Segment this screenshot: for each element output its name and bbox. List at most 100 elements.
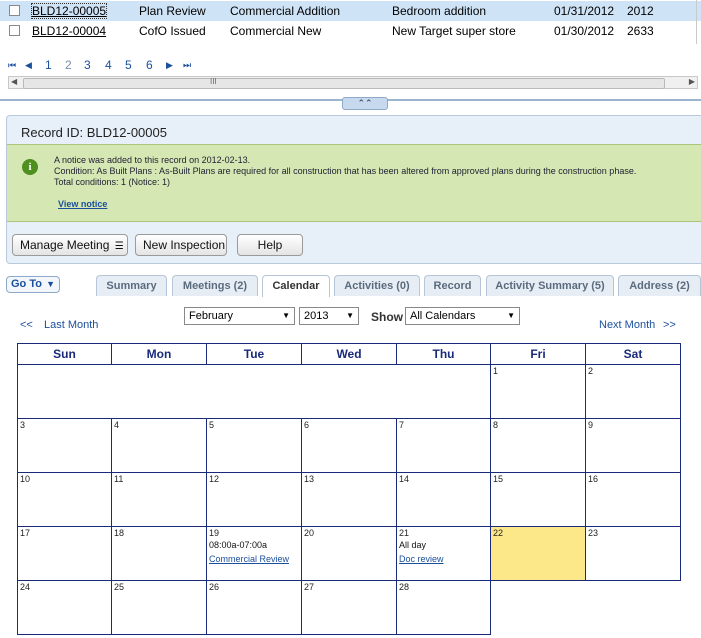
scroll-left-icon[interactable]: ◀ bbox=[11, 77, 17, 86]
day-cell-6[interactable]: 6 bbox=[301, 418, 397, 473]
day-cell-13[interactable]: 13 bbox=[301, 472, 397, 527]
day-cell-27[interactable]: 27 bbox=[301, 580, 397, 635]
day-number: 18 bbox=[114, 528, 125, 538]
view-notice-link[interactable]: View notice bbox=[58, 199, 107, 209]
next-month-link[interactable]: Next Month bbox=[599, 319, 655, 331]
tab-calendar[interactable]: Calendar bbox=[262, 275, 330, 297]
day-cell-10[interactable]: 10 bbox=[17, 472, 112, 527]
collapse-pane-button[interactable]: ⌃⌃ bbox=[342, 97, 388, 110]
new-inspection-button[interactable]: New Inspection bbox=[135, 234, 227, 256]
day-cell-23[interactable]: 23 bbox=[585, 526, 681, 581]
day-number: 7 bbox=[399, 420, 405, 430]
dropdown-arrow-icon: ▼ bbox=[346, 311, 354, 320]
event-time: All day bbox=[399, 540, 427, 550]
help-button[interactable]: Help bbox=[237, 234, 303, 256]
record-title: Record ID: BLD12-00005 bbox=[21, 125, 167, 140]
page-link-4[interactable]: 4 bbox=[105, 58, 112, 72]
previous-page-icon[interactable]: ◀ bbox=[25, 60, 32, 71]
event-link[interactable]: Doc review bbox=[399, 554, 444, 564]
day-number: 25 bbox=[114, 582, 125, 592]
day-cell-28[interactable]: 28 bbox=[396, 580, 491, 635]
tab-activity-summary[interactable]: Activity Summary (5) bbox=[486, 275, 614, 296]
day-cell-empty bbox=[206, 364, 302, 419]
page-link-6[interactable]: 6 bbox=[146, 58, 153, 72]
day-cell-empty bbox=[301, 364, 397, 419]
month-select[interactable]: February ▼ bbox=[184, 307, 295, 325]
day-cell-4[interactable]: 4 bbox=[111, 418, 207, 473]
day-cell-20[interactable]: 20 bbox=[301, 526, 397, 581]
row-checkbox[interactable] bbox=[9, 25, 20, 36]
scroll-thumb[interactable]: III bbox=[23, 77, 665, 89]
day-number: 28 bbox=[399, 582, 410, 592]
number-cell: 2633 bbox=[627, 24, 654, 38]
scroll-right-icon[interactable]: ▶ bbox=[689, 77, 695, 86]
day-cell-11[interactable]: 11 bbox=[111, 472, 207, 527]
tab-record[interactable]: Record bbox=[424, 275, 481, 296]
row-checkbox[interactable] bbox=[9, 5, 20, 16]
event-link[interactable]: Commercial Review bbox=[209, 554, 289, 564]
day-number: 26 bbox=[209, 582, 220, 592]
day-number: 4 bbox=[114, 420, 120, 430]
weekday-header: Sun bbox=[17, 343, 112, 365]
page-link-3[interactable]: 3 bbox=[84, 58, 91, 72]
day-number: 14 bbox=[399, 474, 410, 484]
day-cell-18[interactable]: 18 bbox=[111, 526, 207, 581]
day-cell-15[interactable]: 15 bbox=[490, 472, 586, 527]
day-cell-26[interactable]: 26 bbox=[206, 580, 302, 635]
tab-meetings[interactable]: Meetings (2) bbox=[172, 275, 258, 296]
day-number: 16 bbox=[588, 474, 599, 484]
first-page-icon[interactable]: ⏮ bbox=[8, 60, 16, 71]
page-link-2: 2 bbox=[65, 58, 72, 72]
day-cell-2[interactable]: 2 bbox=[585, 364, 681, 419]
table-border bbox=[696, 0, 697, 44]
table-row[interactable]: BLD12-00005 Plan Review Commercial Addit… bbox=[0, 1, 701, 21]
next-page-icon[interactable]: ▶ bbox=[166, 60, 173, 71]
last-page-icon[interactable]: ⏭ bbox=[183, 60, 191, 71]
day-cell-25[interactable]: 25 bbox=[111, 580, 207, 635]
tab-summary[interactable]: Summary bbox=[96, 275, 167, 296]
day-number: 19 bbox=[209, 528, 220, 538]
day-cell-7[interactable]: 7 bbox=[396, 418, 491, 473]
page-link-5[interactable]: 5 bbox=[125, 58, 132, 72]
day-cell-5[interactable]: 5 bbox=[206, 418, 302, 473]
record-id-link[interactable]: BLD12-00005 bbox=[30, 3, 108, 19]
day-cell-17[interactable]: 17 bbox=[17, 526, 112, 581]
day-cell-3[interactable]: 3 bbox=[17, 418, 112, 473]
horizontal-scrollbar[interactable]: ◀ III ▶ bbox=[8, 76, 698, 89]
tab-activities[interactable]: Activities (0) bbox=[334, 275, 420, 296]
day-cell-8[interactable]: 8 bbox=[490, 418, 586, 473]
day-cell-empty bbox=[396, 364, 491, 419]
day-cell-19[interactable]: 19 08:00a-07:00a Commercial Review bbox=[206, 526, 302, 581]
manage-meeting-button[interactable]: Manage Meeting ☰ bbox=[12, 234, 128, 256]
day-cell-empty bbox=[17, 364, 112, 419]
day-cell-9[interactable]: 9 bbox=[585, 418, 681, 473]
next-month-arrows[interactable]: >> bbox=[663, 319, 676, 331]
grid-border bbox=[17, 364, 18, 419]
day-cell-22[interactable]: 22 bbox=[490, 526, 586, 581]
date-cell: 01/30/2012 bbox=[554, 24, 615, 38]
last-month-link[interactable]: Last Month bbox=[44, 319, 98, 331]
notice-line: A notice was added to this record on 201… bbox=[54, 155, 251, 165]
goto-dropdown[interactable]: Go To ▼ bbox=[6, 276, 60, 293]
type-cell: Commercial New bbox=[230, 24, 322, 38]
tab-address[interactable]: Address (2) bbox=[618, 275, 701, 296]
menu-icon: ☰ bbox=[114, 241, 124, 252]
day-cell-24[interactable]: 24 bbox=[17, 580, 112, 635]
year-select[interactable]: 2013 ▼ bbox=[299, 307, 359, 325]
table-row[interactable]: BLD12-00004 CofO Issued Commercial New N… bbox=[0, 21, 701, 41]
day-cell-12[interactable]: 12 bbox=[206, 472, 302, 527]
day-cell-14[interactable]: 14 bbox=[396, 472, 491, 527]
description-cell: Bedroom addition bbox=[392, 4, 487, 18]
day-number: 17 bbox=[20, 528, 31, 538]
dropdown-arrow-icon: ▼ bbox=[46, 279, 55, 289]
record-id-link[interactable]: BLD12-00004 bbox=[32, 24, 106, 38]
day-cell-21[interactable]: 21 All day Doc review bbox=[396, 526, 491, 581]
calendar-filter-select[interactable]: All Calendars ▼ bbox=[405, 307, 520, 325]
last-month-arrows[interactable]: << bbox=[20, 319, 33, 331]
day-cell-1[interactable]: 1 bbox=[490, 364, 586, 419]
day-number: 12 bbox=[209, 474, 220, 484]
weekday-header: Sat bbox=[585, 343, 681, 365]
day-cell-16[interactable]: 16 bbox=[585, 472, 681, 527]
day-number: 2 bbox=[588, 366, 594, 376]
page-link-1[interactable]: 1 bbox=[45, 58, 52, 72]
